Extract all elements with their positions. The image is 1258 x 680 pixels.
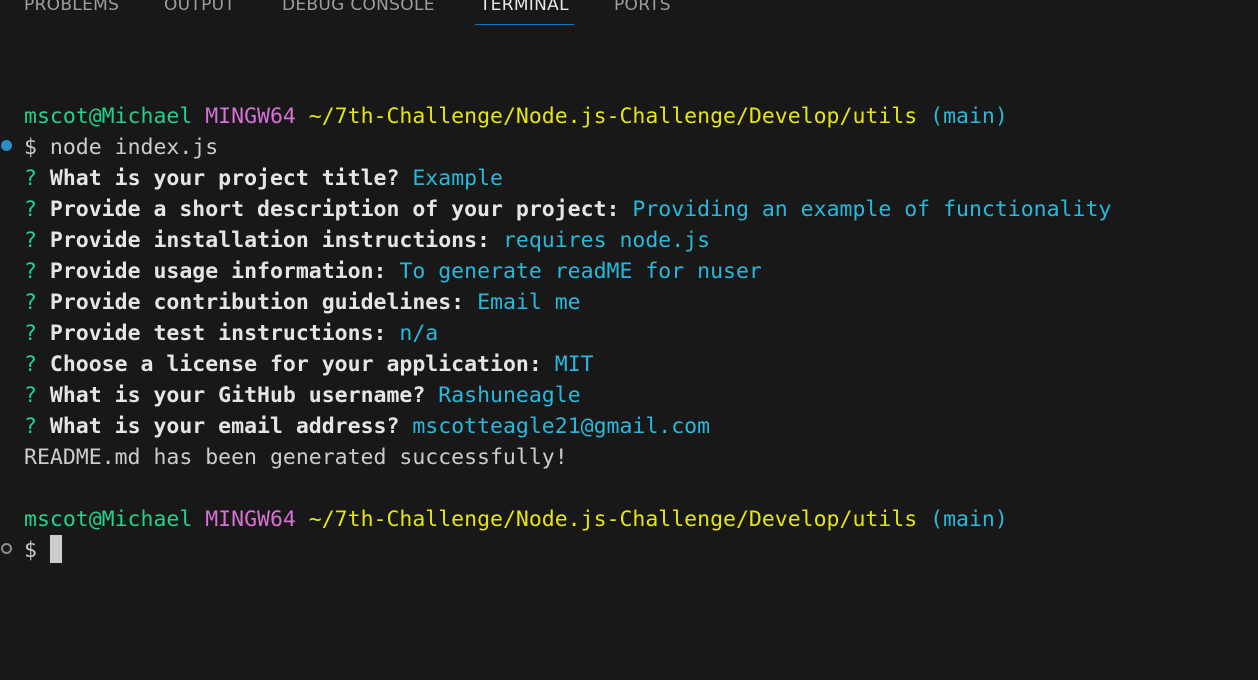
active-tab-indicator [475,24,574,25]
question-text: What is your email address? [49,414,400,439]
prompt-branch: (main) [930,507,1008,532]
question-mark: ? [24,290,37,315]
prompt-symbol: $ [24,135,37,160]
qa-line: ? Provide test instructions: n/a [24,318,438,349]
question-text: Provide a short description of your proj… [49,197,620,222]
prompt-user-host: mscot@Michael [24,507,193,532]
prompt-line: mscot@Michael MINGW64 ~/7th-Challenge/No… [24,504,1008,535]
answer-text: requires node.js [502,228,711,253]
answer-text: Providing an example of functionality [632,197,1112,222]
question-mark: ? [24,166,37,191]
qa-line: ? Provide installation instructions: req… [24,225,710,256]
answer-text: To generate readME for nuser [399,259,762,284]
question-mark: ? [24,321,37,346]
qa-line: ? What is your email address? mscotteagl… [24,411,710,442]
question-mark: ? [24,383,37,408]
command-pending-decoration-icon[interactable] [1,543,12,554]
question-mark: ? [24,197,37,222]
answer-text: n/a [399,321,439,346]
question-text: Provide usage information: [49,259,387,284]
question-text: What is your project title? [49,166,400,191]
prompt-user-host: mscot@Michael [24,104,193,129]
question-text: Provide installation instructions: [49,228,491,253]
tab-debug-console[interactable]: DEBUG CONSOLE [282,0,435,15]
prompt-path: ~/7th-Challenge/Node.js-Challenge/Develo… [308,507,918,532]
qa-line: ? Choose a license for your application:… [24,349,594,380]
question-text: Choose a license for your application: [49,352,542,377]
command-line: $ node index.js [24,132,218,163]
qa-line: ? What is your project title? Example [24,163,503,194]
question-mark: ? [24,414,37,439]
command-text: node index.js [49,135,219,160]
qa-line: ? Provide a short description of your pr… [24,194,1111,225]
question-mark: ? [24,228,37,253]
terminal-cursor [49,535,62,563]
question-mark: ? [24,352,37,377]
tab-ports[interactable]: PORTS [614,0,671,15]
tab-problems[interactable]: PROBLEMS [24,0,119,15]
prompt-path: ~/7th-Challenge/Node.js-Challenge/Develo… [308,104,918,129]
answer-text: mscotteagle21@gmail.com [412,414,711,439]
question-text: Provide contribution guidelines: [49,290,465,315]
prompt-symbol: $ [24,538,37,563]
qa-line: ? Provide contribution guidelines: Email… [24,287,581,318]
prompt-shell: MINGW64 [205,104,296,129]
prompt-branch: (main) [930,104,1008,129]
answer-text: Example [412,166,503,191]
answer-text: MIT [554,352,594,377]
prompt-line: mscot@Michael MINGW64 ~/7th-Challenge/No… [24,101,1008,132]
question-text: What is your GitHub username? [49,383,426,408]
result-message: README.md has been generated successfull… [24,445,568,470]
tab-output[interactable]: OUTPUT [164,0,235,15]
answer-text: Email me [477,290,581,315]
answer-text: Rashuneagle [438,383,581,408]
command-success-decoration-icon[interactable] [1,140,12,151]
qa-line: ? Provide usage information: To generate… [24,256,762,287]
panel-tab-bar: PROBLEMS OUTPUT DEBUG CONSOLE TERMINAL P… [0,0,1258,30]
question-text: Provide test instructions: [49,321,387,346]
qa-line: ? What is your GitHub username? Rashunea… [24,380,581,411]
tab-terminal[interactable]: TERMINAL [480,0,569,15]
terminal-output[interactable]: mscot@Michael MINGW64 ~/7th-Challenge/No… [0,101,1258,680]
prompt-shell: MINGW64 [205,507,296,532]
input-line[interactable]: $ [24,535,62,566]
question-mark: ? [24,259,37,284]
